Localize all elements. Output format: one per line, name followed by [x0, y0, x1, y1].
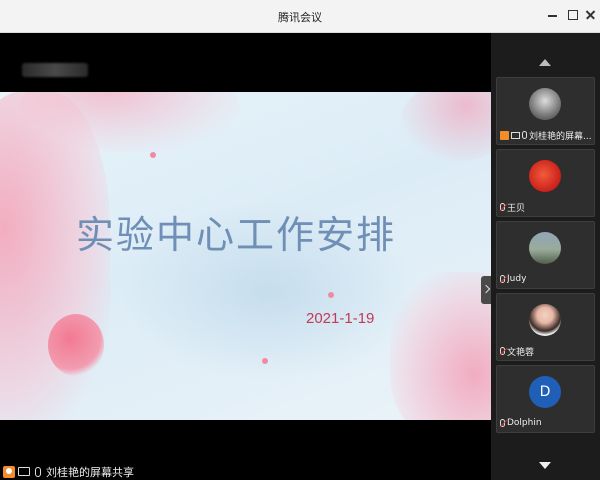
petal-decoration: [262, 358, 268, 364]
microphone-muted-icon: [500, 419, 505, 427]
participant-name: 文艳蓉: [507, 347, 535, 358]
microphone-icon: [522, 131, 527, 139]
cherry-blossom-decoration: [400, 92, 491, 162]
user-icon: [500, 130, 509, 140]
close-icon[interactable]: [584, 8, 598, 22]
title-bar: 腾讯会议: [0, 0, 600, 33]
participant-sidebar: 刘桂艳的屏幕... 王贝 Judy 文艳蓉 D Dolphin: [491, 33, 600, 480]
petal-decoration: [328, 292, 334, 298]
microphone-muted-icon: [500, 347, 505, 355]
participant-name: 王贝: [507, 203, 526, 214]
microphone-muted-icon: [500, 275, 505, 283]
participant-tile[interactable]: 刘桂艳的屏幕...: [496, 77, 595, 145]
slide-title: 实验中心工作安排: [76, 213, 397, 257]
shared-screen-area: 实验中心工作安排 2021-1-19: [0, 33, 491, 480]
avatar: [529, 88, 561, 120]
redacted-label: [22, 63, 88, 77]
participant-name: Judy: [507, 274, 527, 284]
microphone-muted-icon: [500, 203, 505, 211]
screen-share-icon: [18, 467, 30, 476]
collapse-sidebar-handle[interactable]: [481, 276, 491, 304]
presenter-status-bar: 刘桂艳的屏幕共享: [0, 463, 300, 480]
maximize-icon[interactable]: [566, 8, 580, 22]
participant-name: 刘桂艳的屏幕...: [529, 131, 592, 142]
participant-tile[interactable]: 王贝: [496, 149, 595, 217]
minimize-icon[interactable]: [546, 8, 560, 22]
presenter-user-icon: [3, 465, 15, 478]
participant-tile[interactable]: D Dolphin: [496, 365, 595, 433]
presentation-slide: 实验中心工作安排 2021-1-19: [0, 92, 491, 420]
scroll-up-icon[interactable]: [539, 59, 551, 66]
avatar: D: [529, 376, 561, 408]
presenter-label: 刘桂艳的屏幕共享: [46, 465, 134, 479]
screen-share-icon: [511, 131, 520, 139]
avatar: [529, 232, 561, 264]
scroll-down-icon[interactable]: [539, 462, 551, 469]
petal-decoration: [150, 152, 156, 158]
slide-date: 2021-1-19: [306, 310, 375, 327]
participant-tile[interactable]: Judy: [496, 221, 595, 289]
window-title: 腾讯会议: [278, 11, 322, 24]
participant-tile[interactable]: 文艳蓉: [496, 293, 595, 361]
petal-decoration: [48, 314, 104, 376]
microphone-icon[interactable]: [35, 466, 41, 477]
avatar: [529, 304, 561, 336]
avatar: [529, 160, 561, 192]
cherry-blossom-decoration: [390, 272, 491, 420]
participant-name: Dolphin: [507, 418, 542, 428]
